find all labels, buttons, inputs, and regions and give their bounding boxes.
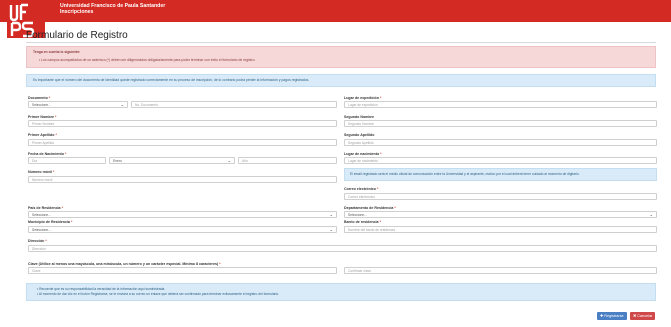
departamento-label: Departamento de Residencia * xyxy=(344,206,396,210)
email-note-alert: El email registrado será el medio oficia… xyxy=(344,168,657,181)
clave-input[interactable]: Clave xyxy=(28,267,337,274)
correo-label: Correo electrónico * xyxy=(344,187,379,191)
clave-label: Clave (Utilice al menos una mayúscula, u… xyxy=(28,262,221,266)
municipio-label: Municipio de Residencia * xyxy=(28,220,73,224)
documento-label: Documento * xyxy=(28,96,51,100)
chevron-down-icon: ⌄ xyxy=(329,227,333,232)
numero-movil-label: Número móvil * xyxy=(28,170,55,174)
primer-apellido-input[interactable]: Primer Apellido xyxy=(28,139,337,146)
primer-nombre-input[interactable]: Primer Nombre xyxy=(28,120,337,127)
lugar-nacimiento-label: Lugar de nacimiento * xyxy=(344,152,382,156)
alert-item: • Los campos acompañados de un asterisco… xyxy=(39,58,256,62)
segundo-nombre-label: Segundo Nombre xyxy=(344,115,374,119)
alert-item: • Al momento de dar clic en el botón Reg… xyxy=(37,292,280,296)
pais-label: País de Residencia * xyxy=(28,206,63,210)
required-fields-alert: Tenga en cuenta lo siguiente: • Los camp… xyxy=(26,46,656,68)
user-plus-icon: ✚ xyxy=(600,314,604,318)
chevron-down-icon: ⌄ xyxy=(329,212,333,217)
birth-year-input[interactable]: Año xyxy=(238,157,337,164)
direccion-label: Dirección * xyxy=(28,239,47,243)
birth-month-select[interactable]: Enero ⌄ xyxy=(109,157,235,164)
lugar-expedicion-label: Lugar de expedición * xyxy=(344,96,382,100)
barrio-label: Barrio de residencia * xyxy=(344,220,381,224)
barrio-input[interactable]: Nombre del barrio de residencia xyxy=(344,226,657,233)
alert-title: Tenga en cuenta lo siguiente: xyxy=(33,50,81,54)
numero-movil-input[interactable]: Número móvil xyxy=(28,176,337,183)
primer-nombre-label: Primer Nombre * xyxy=(28,115,57,119)
direccion-input[interactable]: Dirección xyxy=(28,245,657,252)
fecha-nacimiento-label: Fecha de Nacimiento * xyxy=(28,152,67,156)
document-type-select[interactable]: Seleccione... ⌄ xyxy=(28,101,128,108)
primer-apellido-label: Primer Apellido * xyxy=(28,133,57,137)
page-title: Formulario de Registro xyxy=(26,30,128,41)
chevron-down-icon: ⌄ xyxy=(649,212,653,217)
university-name: Universidad Francisco de Paula Santander… xyxy=(60,3,166,15)
segundo-nombre-input[interactable]: Segundo Nombre xyxy=(344,120,657,127)
lugar-expedicion-input[interactable]: Lugar de expedición xyxy=(344,101,657,108)
municipio-select[interactable]: Seleccione... ⌄ xyxy=(28,226,337,233)
correo-input[interactable]: Correo electrónico xyxy=(344,193,657,200)
birth-day-input[interactable]: Día xyxy=(28,157,106,164)
title-divider xyxy=(26,42,656,43)
register-button[interactable]: ✚ Registrarse xyxy=(597,312,627,320)
chevron-down-icon: ⌄ xyxy=(120,102,124,107)
chevron-down-icon: ⌄ xyxy=(227,158,231,163)
segundo-apellido-input[interactable]: Segundo Apellido xyxy=(344,139,657,146)
document-info-alert: Es importante que el número del document… xyxy=(26,74,656,87)
segundo-apellido-label: Segundo Apellido xyxy=(344,133,375,137)
departamento-select[interactable]: Seleccione... ⌄ xyxy=(344,211,657,218)
pais-select[interactable]: Seleccione... ⌄ xyxy=(28,211,337,218)
cancel-button[interactable]: ✖ Cancelar xyxy=(630,312,655,320)
lugar-nacimiento-input[interactable]: Lugar de nacimiento xyxy=(344,157,657,164)
close-icon: ✖ xyxy=(633,314,637,318)
document-number-input[interactable]: No. Documento xyxy=(131,101,337,108)
responsibility-alert: • Recuerde que es su responsabilidad la … xyxy=(26,283,656,301)
confirmar-clave-input[interactable]: Confirmar clave xyxy=(344,267,657,274)
